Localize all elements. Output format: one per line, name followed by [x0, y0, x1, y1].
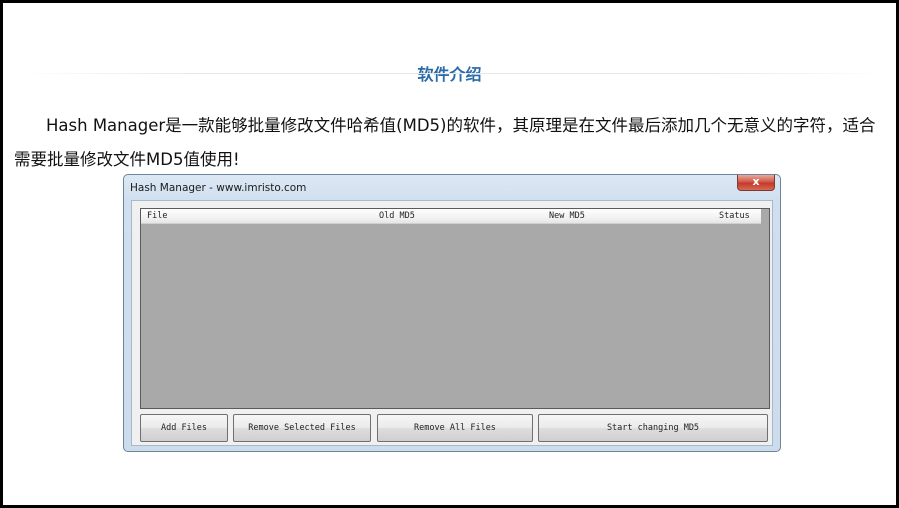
hash-manager-window: Hash Manager - www.imristo.com x File Ol… — [123, 174, 781, 452]
add-files-button[interactable]: Add Files — [140, 414, 228, 442]
column-header-status[interactable]: Status — [719, 211, 750, 221]
column-header-file[interactable]: File — [147, 211, 167, 221]
list-header: File Old MD5 New MD5 Status — [141, 209, 761, 224]
remove-all-files-button[interactable]: Remove All Files — [377, 414, 533, 442]
page-frame: 软件介绍 Hash Manager是一款能够批量修改文件哈希值(MD5)的软件，… — [0, 0, 899, 508]
title-divider — [15, 73, 890, 74]
column-header-new-md5[interactable]: New MD5 — [549, 211, 585, 221]
window-client-area: File Old MD5 New MD5 Status Add Files Re… — [131, 200, 773, 446]
intro-paragraph: Hash Manager是一款能够批量修改文件哈希值(MD5)的软件，其原理是在… — [14, 116, 876, 169]
remove-selected-files-button[interactable]: Remove Selected Files — [233, 414, 371, 442]
file-list-view[interactable]: File Old MD5 New MD5 Status — [140, 208, 770, 409]
close-button[interactable]: x — [737, 175, 775, 191]
start-changing-md5-button[interactable]: Start changing MD5 — [538, 414, 768, 442]
column-header-old-md5[interactable]: Old MD5 — [379, 211, 415, 221]
window-title: Hash Manager - www.imristo.com — [130, 182, 307, 194]
